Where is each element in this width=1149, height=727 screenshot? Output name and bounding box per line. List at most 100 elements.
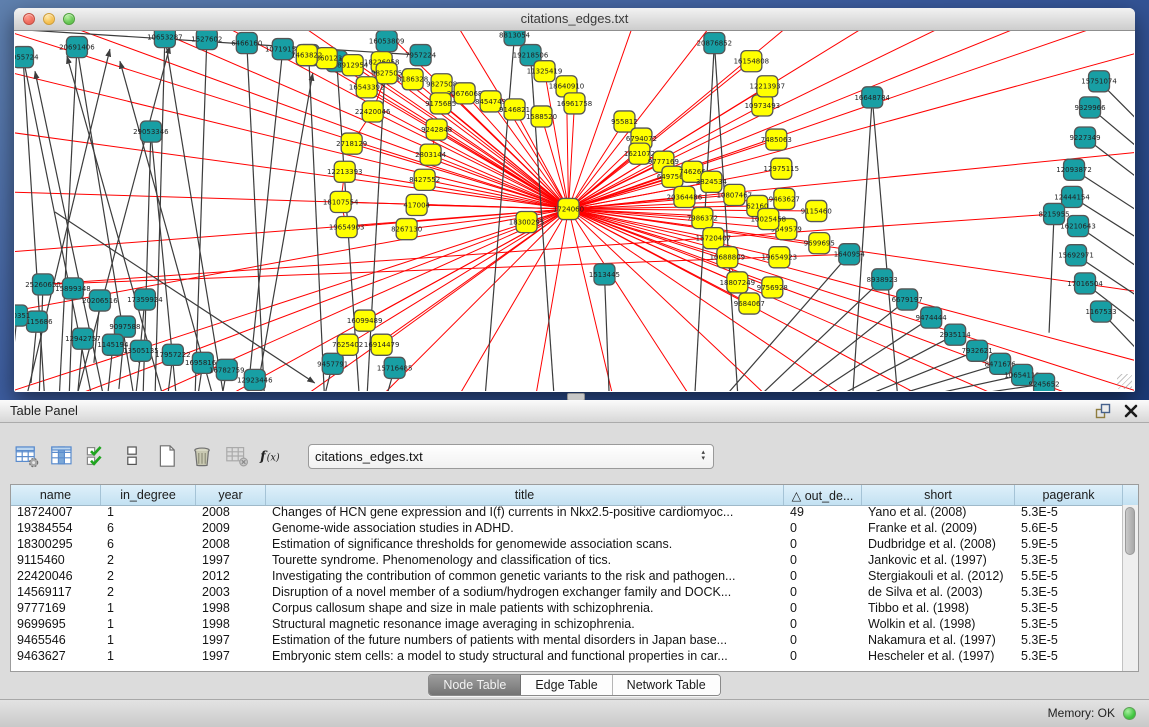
table-cell: 18300295 xyxy=(11,537,101,553)
graph-node-label: 955812 xyxy=(611,117,638,126)
window-title: citations_edges.txt xyxy=(14,8,1135,30)
table-cell: Dudbridge et al. (2008) xyxy=(862,537,1015,553)
table-settings-icon[interactable] xyxy=(14,443,40,469)
tab-edge-table[interactable]: Edge Table xyxy=(521,675,612,695)
memory-status-indicator xyxy=(1123,707,1136,720)
tab-node-table[interactable]: Node Table xyxy=(429,675,521,695)
table-row[interactable]: 969969511998Structural magnetic resonanc… xyxy=(11,617,1123,633)
graph-node-label: 20206516 xyxy=(82,296,118,305)
graph-edge xyxy=(247,43,265,391)
column-header-short[interactable]: short xyxy=(862,485,1015,505)
column-header-out-de-[interactable]: △ out_de... xyxy=(784,485,862,505)
table-cell: 5.3E-5 xyxy=(1015,553,1123,569)
table-cell: 2009 xyxy=(196,521,266,537)
table-cell: 19384554 xyxy=(11,521,101,537)
table-cell: Jankovic et al. (1997) xyxy=(862,553,1015,569)
table-cell: 0 xyxy=(784,649,862,665)
table-cell: Franke et al. (2009) xyxy=(862,521,1015,537)
new-document-icon[interactable] xyxy=(154,443,180,469)
graph-node-label: 1513445 xyxy=(589,270,620,279)
graph-node-label: 9474444 xyxy=(916,313,948,322)
table-cell: 1998 xyxy=(196,601,266,617)
table-cell: Estimation of significance thresholds fo… xyxy=(266,537,784,553)
rows-icon[interactable] xyxy=(119,443,145,469)
table-cell: 5.6E-5 xyxy=(1015,521,1123,537)
table-row[interactable]: 1456911722003Disruption of a novel membe… xyxy=(11,585,1123,601)
column-header-year[interactable]: year xyxy=(196,485,266,505)
table-cell: 1998 xyxy=(196,617,266,633)
table-cell: Genome-wide association studies in ADHD. xyxy=(266,521,784,537)
float-window-icon[interactable] xyxy=(1095,403,1111,419)
graph-node-label: 18807249 xyxy=(720,278,756,287)
graph-edge xyxy=(1049,214,1054,333)
table-row[interactable]: 946362711997Embryonic stem cells: a mode… xyxy=(11,649,1123,665)
graph-node-label: 1167533 xyxy=(1085,307,1116,316)
function-icon[interactable]: f(x) xyxy=(259,443,285,469)
column-header-in-degree[interactable]: in_degree xyxy=(101,485,196,505)
graph-node-label: 2718129 xyxy=(336,139,367,148)
table-cell: Investigating the contribution of common… xyxy=(266,569,784,585)
table-row[interactable]: 1938455462009Genome-wide association stu… xyxy=(11,521,1123,537)
table-selector-dropdown[interactable]: citations_edges.txt▴▾ xyxy=(308,444,714,469)
window-resize-grip[interactable] xyxy=(1117,374,1132,389)
table-row[interactable]: 977716911998Corpus callosum shape and si… xyxy=(11,601,1123,617)
graph-node-label: 17016504 xyxy=(1067,279,1103,288)
application-window: citations_edges.txt 40557242069140610653… xyxy=(0,0,1149,727)
graph-node-label: 15899348 xyxy=(55,284,91,293)
graph-node-label: 29053346 xyxy=(133,127,169,136)
table-column-icon[interactable] xyxy=(49,443,75,469)
zoom-window-button[interactable] xyxy=(63,13,75,25)
table-cell: 1 xyxy=(101,601,196,617)
column-header-pagerank[interactable]: pagerank xyxy=(1015,485,1123,505)
minimize-window-button[interactable] xyxy=(43,13,55,25)
graph-node-label: 15751074 xyxy=(1081,77,1117,86)
graph-node-label: 9227349 xyxy=(1070,133,1101,142)
table-row[interactable]: 911546021997Tourette syndrome. Phenomeno… xyxy=(11,553,1123,569)
graph-node-label: 9242848 xyxy=(421,125,452,134)
table-cell: 5.3E-5 xyxy=(1015,617,1123,633)
graph-node-label: 12213393 xyxy=(327,167,363,176)
graph-node-label: 9827508 xyxy=(426,80,457,89)
graph-edge xyxy=(569,31,1035,209)
table-row[interactable]: 946554611997Estimation of the future num… xyxy=(11,633,1123,649)
select-rows-icon[interactable] xyxy=(84,443,110,469)
graph-node-label: 1724060 xyxy=(553,204,584,213)
graph-node-label: 4055724 xyxy=(15,53,39,62)
graph-node-label: 8267130 xyxy=(391,224,422,233)
table-cell: 5.9E-5 xyxy=(1015,537,1123,553)
tab-network-table[interactable]: Network Table xyxy=(613,675,720,695)
graph-node-label: 9777169 xyxy=(648,157,679,166)
graph-node-label: 850351 xyxy=(15,311,30,320)
table-vertical-scrollbar[interactable] xyxy=(1122,505,1138,671)
graph-node-label: 1527602 xyxy=(191,34,222,43)
close-panel-icon[interactable] xyxy=(1123,403,1139,419)
table-cell: 6 xyxy=(101,521,196,537)
table-cell: Corpus callosum shape and size in male p… xyxy=(266,601,784,617)
table-panel-header: Table Panel xyxy=(0,400,1149,423)
table-cell: Hescheler et al. (1997) xyxy=(862,649,1015,665)
scrollbar-thumb[interactable] xyxy=(1125,507,1135,555)
network-canvas[interactable]: 4055724206914061065328715276026466160107… xyxy=(15,31,1134,391)
table-cell: Stergiakouli et al. (2012) xyxy=(862,569,1015,585)
graph-edge xyxy=(352,144,569,209)
import-table-icon[interactable] xyxy=(224,443,250,469)
table-row[interactable]: 1872400712008Changes of HCN gene express… xyxy=(11,505,1123,521)
graph-node-label: 18300295 xyxy=(509,217,545,226)
graph-node-label: 7463822 xyxy=(291,51,322,60)
table-row[interactable]: 2242004622012Investigating the contribut… xyxy=(11,569,1123,585)
memory-status-label: Memory: OK xyxy=(1048,700,1115,727)
graph-node-label: 9115460 xyxy=(801,206,832,215)
table-cell: 5.3E-5 xyxy=(1015,585,1123,601)
graph-node-label: 12444154 xyxy=(1054,192,1090,201)
table-cell: 5.3E-5 xyxy=(1015,633,1123,649)
close-window-button[interactable] xyxy=(23,13,35,25)
table-cell: 0 xyxy=(784,585,862,601)
column-header-title[interactable]: title xyxy=(266,485,784,505)
graph-node-label: 13505135 xyxy=(123,346,159,355)
graph-edge xyxy=(155,37,165,391)
graph-node-label: 16782759 xyxy=(209,365,245,374)
delete-icon[interactable] xyxy=(189,443,215,469)
table-row[interactable]: 1830029562008Estimation of significance … xyxy=(11,537,1123,553)
window-titlebar[interactable]: citations_edges.txt xyxy=(14,8,1135,31)
column-header-name[interactable]: name xyxy=(11,485,101,505)
